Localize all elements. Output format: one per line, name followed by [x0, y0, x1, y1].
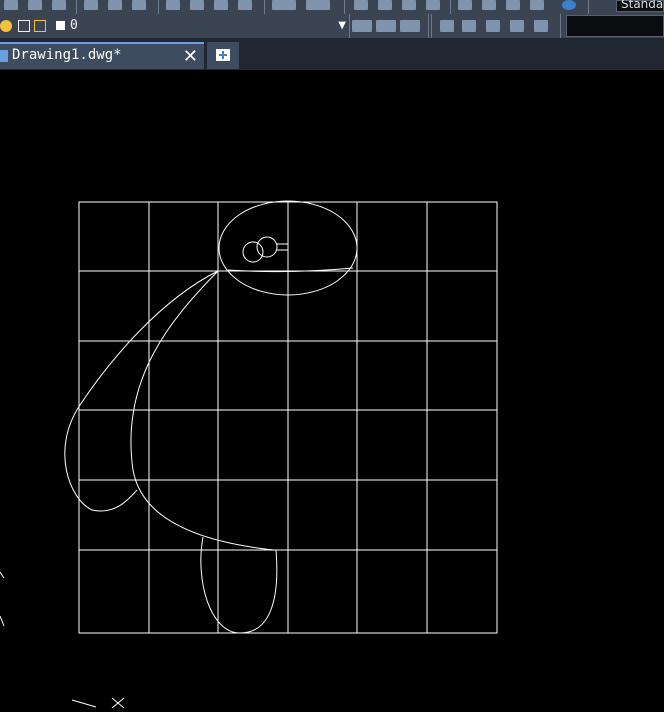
main-toolbar: Standa	[0, 0, 664, 15]
properties-icon[interactable]	[458, 0, 472, 10]
layer-state-icon[interactable]	[376, 20, 396, 32]
layer-previous-icon[interactable]	[400, 20, 420, 32]
plot-icon[interactable]	[84, 0, 98, 10]
publish-icon[interactable]	[132, 0, 146, 10]
leg-curve	[200, 536, 278, 634]
drawing-canvas[interactable]	[0, 70, 664, 709]
layer-toolbar: 0 ▼	[0, 14, 664, 39]
pan-icon[interactable]	[354, 0, 368, 10]
lock-icon[interactable]	[34, 20, 46, 32]
single-viewport-icon[interactable]	[462, 20, 476, 32]
match-properties-icon[interactable]	[238, 0, 252, 10]
eye-circle	[256, 236, 278, 258]
help-icon[interactable]	[562, 0, 576, 10]
undo-icon[interactable]	[272, 0, 296, 10]
tab-drawing1[interactable]: Drawing1.dwg* ✕	[0, 42, 204, 69]
polygonal-viewport-icon[interactable]	[486, 20, 500, 32]
zoom-previous-icon[interactable]	[426, 0, 440, 10]
grid	[78, 201, 498, 634]
chevron-down-icon: ▼	[338, 20, 346, 31]
print-icon[interactable]	[52, 0, 66, 10]
viewport-icon[interactable]	[440, 20, 454, 32]
convert-viewport-icon[interactable]	[510, 20, 524, 32]
light-bulb-icon[interactable]	[0, 20, 12, 32]
layer-properties-icon[interactable]	[352, 20, 372, 32]
paste-icon[interactable]	[214, 0, 228, 10]
tab-label: Drawing1.dwg*	[12, 47, 122, 63]
ucs-icon	[0, 571, 125, 709]
freeze-icon[interactable]	[18, 20, 30, 32]
close-icon[interactable]: ✕	[183, 46, 198, 67]
viewport-scale-box[interactable]	[566, 15, 664, 37]
design-center-icon[interactable]	[482, 0, 496, 10]
text-style-value: Standa	[621, 0, 664, 11]
drawing-svg	[0, 200, 498, 709]
color-swatch-icon	[56, 21, 65, 30]
redo-icon[interactable]	[306, 0, 330, 10]
plus-icon	[216, 49, 230, 61]
layer-dropdown[interactable]: 0 ▼	[66, 15, 350, 37]
clip-viewport-icon[interactable]	[534, 20, 548, 32]
eye-circle	[242, 241, 264, 263]
document-tab-bar: Drawing1.dwg* ✕	[0, 38, 664, 70]
cut-icon[interactable]	[166, 0, 180, 10]
sheet-set-icon[interactable]	[530, 0, 544, 10]
save-as-icon[interactable]	[28, 0, 42, 10]
copy-icon[interactable]	[190, 0, 204, 10]
current-layer-name: 0	[70, 18, 78, 33]
dwg-file-icon	[0, 50, 8, 62]
zoom-realtime-icon[interactable]	[378, 0, 392, 10]
preview-icon[interactable]	[108, 0, 122, 10]
outer-arm-curve	[64, 270, 219, 512]
new-tab-button[interactable]	[207, 42, 239, 69]
save-icon[interactable]	[4, 0, 18, 10]
tool-palettes-icon[interactable]	[506, 0, 520, 10]
zoom-window-icon[interactable]	[402, 0, 416, 10]
text-style-dropdown[interactable]: Standa	[616, 0, 664, 12]
